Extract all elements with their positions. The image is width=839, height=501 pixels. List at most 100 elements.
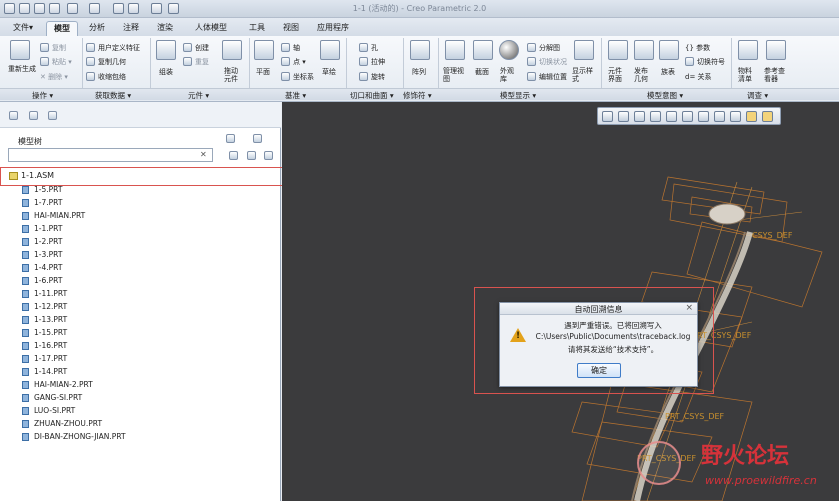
udf-button[interactable]: 用户定义特征: [98, 43, 140, 53]
tab-applications[interactable]: 应用程序: [311, 21, 355, 36]
tree-root-assembly[interactable]: 1-1.ASM: [21, 171, 54, 180]
drag-component-icon[interactable]: [222, 40, 242, 60]
group-cut-surface[interactable]: 切口和曲面 ▾: [350, 90, 394, 101]
component-interface-icon[interactable]: [608, 40, 628, 60]
edit-position-button[interactable]: 编辑位置: [539, 72, 567, 82]
copy-button[interactable]: 复制: [52, 43, 66, 53]
tab-render[interactable]: 渲染: [150, 21, 180, 36]
manage-views-button[interactable]: 管理视图: [443, 67, 467, 83]
relations-button[interactable]: d= 关系: [685, 72, 712, 82]
favorites-tab-icon[interactable]: [48, 111, 57, 120]
pattern-button[interactable]: 阵列: [412, 67, 426, 77]
switch-symbols-button[interactable]: 切换符号: [697, 57, 725, 67]
manage-views-icon[interactable]: [445, 40, 465, 60]
repeat-icon[interactable]: [183, 57, 192, 66]
paste-icon[interactable]: [40, 57, 49, 66]
tab-annotate[interactable]: 注释: [116, 21, 146, 36]
parameters-button[interactable]: {} 参数: [685, 43, 710, 53]
tab-tools[interactable]: 工具: [242, 21, 272, 36]
saved-views-icon[interactable]: [682, 111, 693, 122]
ok-button[interactable]: 确定: [577, 363, 621, 378]
copy-icon[interactable]: [40, 43, 49, 52]
extrude-button[interactable]: 拉伸: [371, 57, 385, 67]
switch-symbols-icon[interactable]: [685, 57, 694, 66]
find-icon[interactable]: [229, 151, 238, 160]
perspective-icon[interactable]: [714, 111, 725, 122]
datum-display-icon[interactable]: [730, 111, 741, 122]
reference-viewer-button[interactable]: 参考查看器: [764, 67, 788, 83]
csys-icon[interactable]: [281, 72, 290, 81]
pattern-icon[interactable]: [410, 40, 430, 60]
refit-icon[interactable]: [602, 111, 613, 122]
tab-manikin[interactable]: 人体模型: [185, 21, 237, 36]
family-table-button[interactable]: 族表: [661, 67, 675, 77]
point-button[interactable]: 点 ▾: [293, 57, 306, 67]
shrinkwrap-button[interactable]: 收缩包络: [98, 72, 126, 82]
publish-geometry-icon[interactable]: [634, 40, 654, 60]
sketch-icon[interactable]: [320, 40, 340, 60]
copy-geometry-icon[interactable]: [86, 57, 95, 66]
section-icon[interactable]: [473, 40, 493, 60]
bom-button[interactable]: 物料清单: [738, 67, 758, 83]
group-operations[interactable]: 操作 ▾: [32, 90, 53, 101]
axis-button[interactable]: 轴: [293, 43, 300, 53]
toggle-status-icon[interactable]: [527, 57, 536, 66]
extrude-icon[interactable]: [359, 57, 368, 66]
show-menu-icon[interactable]: [253, 134, 262, 143]
assemble-icon[interactable]: [156, 40, 176, 60]
sketch-button[interactable]: 草绘: [322, 67, 336, 77]
component-interface-button[interactable]: 元件界面: [608, 67, 628, 83]
assemble-button[interactable]: 组装: [159, 67, 173, 77]
csys-button[interactable]: 坐标系: [293, 72, 314, 82]
add-column-icon[interactable]: [264, 151, 273, 160]
zoom-in-icon[interactable]: [618, 111, 629, 122]
model-tree-tab-icon[interactable]: [9, 111, 18, 120]
publish-geometry-button[interactable]: 发布几何: [634, 67, 654, 83]
exploded-view-button[interactable]: 分解图: [539, 43, 560, 53]
zoom-out-icon[interactable]: [634, 111, 645, 122]
revolve-button[interactable]: 旋转: [371, 72, 385, 82]
regenerate-button[interactable]: 重新生成: [8, 64, 36, 74]
create-button[interactable]: 创建: [195, 43, 209, 53]
bom-icon[interactable]: [738, 40, 758, 60]
toggle-status-button[interactable]: 切换状况: [539, 57, 567, 67]
display-style-icon[interactable]: [666, 111, 677, 122]
clear-filter-icon[interactable]: ✕: [200, 150, 207, 159]
point-icon[interactable]: [281, 57, 290, 66]
plane-button[interactable]: 平面: [256, 67, 270, 77]
folder-browser-tab-icon[interactable]: [29, 111, 38, 120]
hole-button[interactable]: 孔: [371, 43, 378, 53]
tab-analysis[interactable]: 分析: [82, 21, 112, 36]
axis-icon[interactable]: [281, 43, 290, 52]
reference-viewer-icon[interactable]: [766, 40, 786, 60]
tab-view[interactable]: 视图: [276, 21, 306, 36]
tab-file[interactable]: 文件▾: [8, 21, 38, 36]
copy-geometry-button[interactable]: 复制几何: [98, 57, 126, 67]
spin-center-icon[interactable]: [762, 111, 773, 122]
group-investigate[interactable]: 调查 ▾: [747, 90, 768, 101]
tab-model[interactable]: 模型: [46, 21, 78, 36]
paste-button[interactable]: 粘贴 ▾: [52, 57, 72, 67]
plane-icon[interactable]: [254, 40, 274, 60]
regenerate-icon[interactable]: [10, 40, 30, 60]
appearance-gallery-icon[interactable]: [499, 40, 519, 60]
family-table-icon[interactable]: [659, 40, 679, 60]
group-modifiers[interactable]: 修饰符 ▾: [403, 90, 432, 101]
create-icon[interactable]: [183, 43, 192, 52]
appearance-gallery-button[interactable]: 外观库: [500, 67, 520, 83]
edit-position-icon[interactable]: [527, 72, 536, 81]
filter-icon[interactable]: [247, 151, 256, 160]
group-component[interactable]: 元件 ▾: [188, 90, 209, 101]
tree-filter-input[interactable]: [8, 148, 213, 162]
exploded-view-icon[interactable]: [527, 43, 536, 52]
revolve-icon[interactable]: [359, 72, 368, 81]
group-model-display[interactable]: 模型显示 ▾: [500, 90, 536, 101]
view-manager-icon[interactable]: [698, 111, 709, 122]
display-style-button[interactable]: 显示样式: [572, 67, 596, 83]
group-datum[interactable]: 基准 ▾: [285, 90, 306, 101]
tree-settings-icon[interactable]: [226, 134, 235, 143]
udf-icon[interactable]: [86, 43, 95, 52]
repaint-icon[interactable]: [650, 111, 661, 122]
close-icon[interactable]: ×: [685, 303, 693, 313]
group-get-data[interactable]: 获取数据 ▾: [95, 90, 131, 101]
